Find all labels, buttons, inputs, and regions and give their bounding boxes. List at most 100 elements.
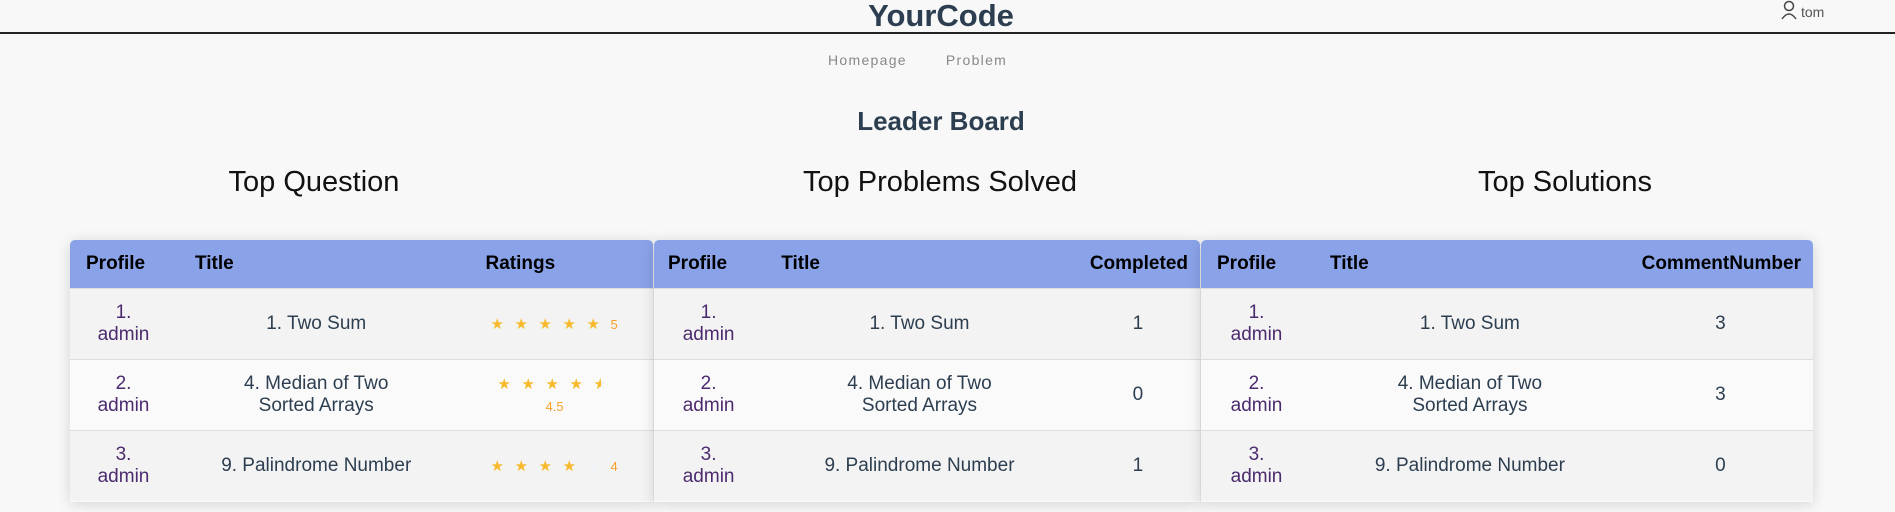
value-cell: 1: [1075, 430, 1200, 501]
problem-title-link[interactable]: 1. Two Sum: [1370, 313, 1570, 335]
rank: 1.: [115, 302, 132, 323]
title-cell: 9. Palindrome Number: [176, 430, 456, 501]
title-cell: 1. Two Sum: [1312, 288, 1628, 360]
username: admin: [97, 324, 150, 345]
profile-link[interactable]: 2. admin: [98, 373, 150, 416]
profile-link[interactable]: 1. admin: [683, 302, 735, 345]
problem-title-link[interactable]: 9. Palindrome Number: [1370, 455, 1570, 477]
problem-title-link[interactable]: 9. Palindrome Number: [216, 455, 416, 477]
table-header: Profile Title Ratings: [70, 240, 653, 289]
table-row: 2. admin 4. Median of Two Sorted Arrays 3: [1201, 359, 1813, 431]
username: admin: [97, 466, 150, 487]
profile-cell: 1. admin: [654, 288, 764, 360]
top-bar: YourCode tom: [0, 0, 1895, 34]
rank: 2.: [1248, 373, 1265, 394]
username: admin: [97, 395, 150, 416]
username: admin: [682, 324, 735, 345]
star-icon[interactable]: ★★: [569, 374, 585, 396]
nav-problem[interactable]: Problem: [946, 52, 1007, 68]
column-header-title[interactable]: Title: [763, 240, 1076, 289]
problem-title-link[interactable]: 4. Median of Two Sorted Arrays: [1370, 373, 1570, 417]
rating-value: 4: [610, 458, 618, 474]
profile-cell: 3. admin: [654, 430, 764, 501]
section-heading-top-problems-solved: Top Problems Solved: [802, 166, 1078, 198]
table-row: 1. admin 1. Two Sum ★ ★ ★ ★ ★ ★ ★ ★ ★ ★ 5: [70, 288, 653, 360]
column-header-completed[interactable]: Completed: [1075, 240, 1200, 289]
star-icon[interactable]: ★★: [562, 456, 578, 478]
user-menu[interactable]: tom: [1780, 0, 1824, 20]
username: admin: [682, 466, 735, 487]
star-icon[interactable]: ★★: [562, 314, 578, 336]
problem-title-link[interactable]: 9. Palindrome Number: [819, 455, 1019, 477]
column-header-profile[interactable]: Profile: [1201, 240, 1313, 289]
user-icon: [1781, 0, 1797, 20]
column-header-ratings[interactable]: Ratings: [455, 240, 653, 289]
table-row: 2. admin 4. Median of Two Sorted Arrays 0: [654, 359, 1200, 431]
username: admin: [1230, 324, 1283, 345]
profile-link[interactable]: 1. admin: [98, 302, 150, 345]
title-cell: 4. Median of Two Sorted Arrays: [1312, 359, 1628, 431]
column-header-profile[interactable]: Profile: [654, 240, 764, 289]
brand-logo[interactable]: YourCode: [0, 0, 1882, 34]
profile-cell: 1. admin: [70, 288, 177, 360]
section-heading-top-question: Top Question: [228, 166, 400, 198]
column-header-profile[interactable]: Profile: [70, 240, 177, 289]
problem-title-link[interactable]: 4. Median of Two Sorted Arrays: [819, 373, 1019, 417]
profile-cell: 2. admin: [70, 359, 177, 431]
star-icon[interactable]: ★★: [521, 374, 537, 396]
column-header-commentnumber[interactable]: CommentNumber: [1627, 240, 1813, 289]
profile-link[interactable]: 3. admin: [98, 444, 150, 487]
column-header-title[interactable]: Title: [1312, 240, 1628, 289]
profile-link[interactable]: 3. admin: [1231, 444, 1283, 487]
title-cell: 4. Median of Two Sorted Arrays: [763, 359, 1076, 431]
profile-cell: 2. admin: [654, 359, 764, 431]
table-header: Profile Title CommentNumber: [1201, 240, 1813, 289]
section-heading-top-solutions: Top Solutions: [1477, 166, 1653, 198]
username: admin: [682, 395, 735, 416]
problem-title-link[interactable]: 1. Two Sum: [819, 313, 1019, 335]
table-row: 1. admin 1. Two Sum 3: [1201, 288, 1813, 360]
value-cell: 0: [1627, 430, 1813, 501]
profile-link[interactable]: 3. admin: [683, 444, 735, 487]
title-cell: 4. Median of Two Sorted Arrays: [176, 359, 456, 431]
star-icon[interactable]: ★★: [545, 374, 561, 396]
table-row: 3. admin 9. Palindrome Number 0: [1201, 430, 1813, 501]
star-icon[interactable]: ★★: [538, 456, 554, 478]
star-icon[interactable]: ★★: [538, 314, 554, 336]
main-nav: Homepage Problem: [828, 52, 1007, 68]
rank: 2.: [700, 373, 717, 394]
rank: 1.: [700, 302, 717, 323]
value-cell: 1: [1075, 288, 1200, 360]
table-row: 3.admin 9. Palindrome Number ★★ ★★ ★★ ★★ ★★ 4: [70, 430, 653, 501]
star-rating[interactable]: ★ ★ ★ ★ ★ ★ ★ ★ ★ ★: [497, 374, 609, 396]
problem-title-link[interactable]: 4. Median of Two Sorted Arrays: [216, 373, 416, 417]
star-icon[interactable]: ★★: [514, 314, 530, 336]
page-title: Leader Board: [857, 106, 1025, 136]
top-solutions-table: Profile Title CommentNumber 1. admin 1. Two…: [1201, 240, 1813, 502]
profile-cell: 3. admin: [70, 430, 177, 501]
profile-link[interactable]: 2. admin: [683, 373, 735, 416]
rating-cell: ★★ ★★ ★★ ★★ ★★ 4: [455, 430, 653, 501]
star-icon[interactable]: ★★: [490, 456, 506, 478]
profile-cell: 2. admin: [1201, 359, 1313, 431]
star-icon[interactable]: ★★: [593, 374, 609, 396]
star-rating[interactable]: ★ ★ ★ ★ ★ ★ ★ ★ ★ ★ 5: [490, 314, 617, 336]
table-row: 1. admin 1. Two Sum 1: [654, 288, 1200, 360]
nav-homepage[interactable]: Homepage: [828, 52, 907, 68]
username: admin: [1230, 466, 1283, 487]
star-rating[interactable]: ★★ ★★ ★★ ★★ ★★ 4: [490, 456, 617, 478]
profile-link[interactable]: 2. admin: [1231, 373, 1283, 416]
top-problems-solved-table: Profile Title Completed 1. admin 1. Two Sum…: [654, 240, 1200, 502]
table-header: Profile Title Completed: [654, 240, 1200, 289]
rank: 1.: [1248, 302, 1265, 323]
column-header-title[interactable]: Title: [176, 240, 456, 289]
profile-link[interactable]: 1. admin: [1231, 302, 1283, 345]
rating-value: 5: [610, 316, 618, 332]
star-icon[interactable]: ★★: [490, 314, 506, 336]
star-icon[interactable]: ★★: [497, 374, 513, 396]
problem-title-link[interactable]: 1. Two Sum: [216, 313, 416, 335]
star-icon[interactable]: ★★: [586, 314, 602, 336]
star-icon[interactable]: ★★: [586, 456, 602, 478]
username: tom: [1801, 4, 1825, 20]
star-icon[interactable]: ★★: [514, 456, 530, 478]
